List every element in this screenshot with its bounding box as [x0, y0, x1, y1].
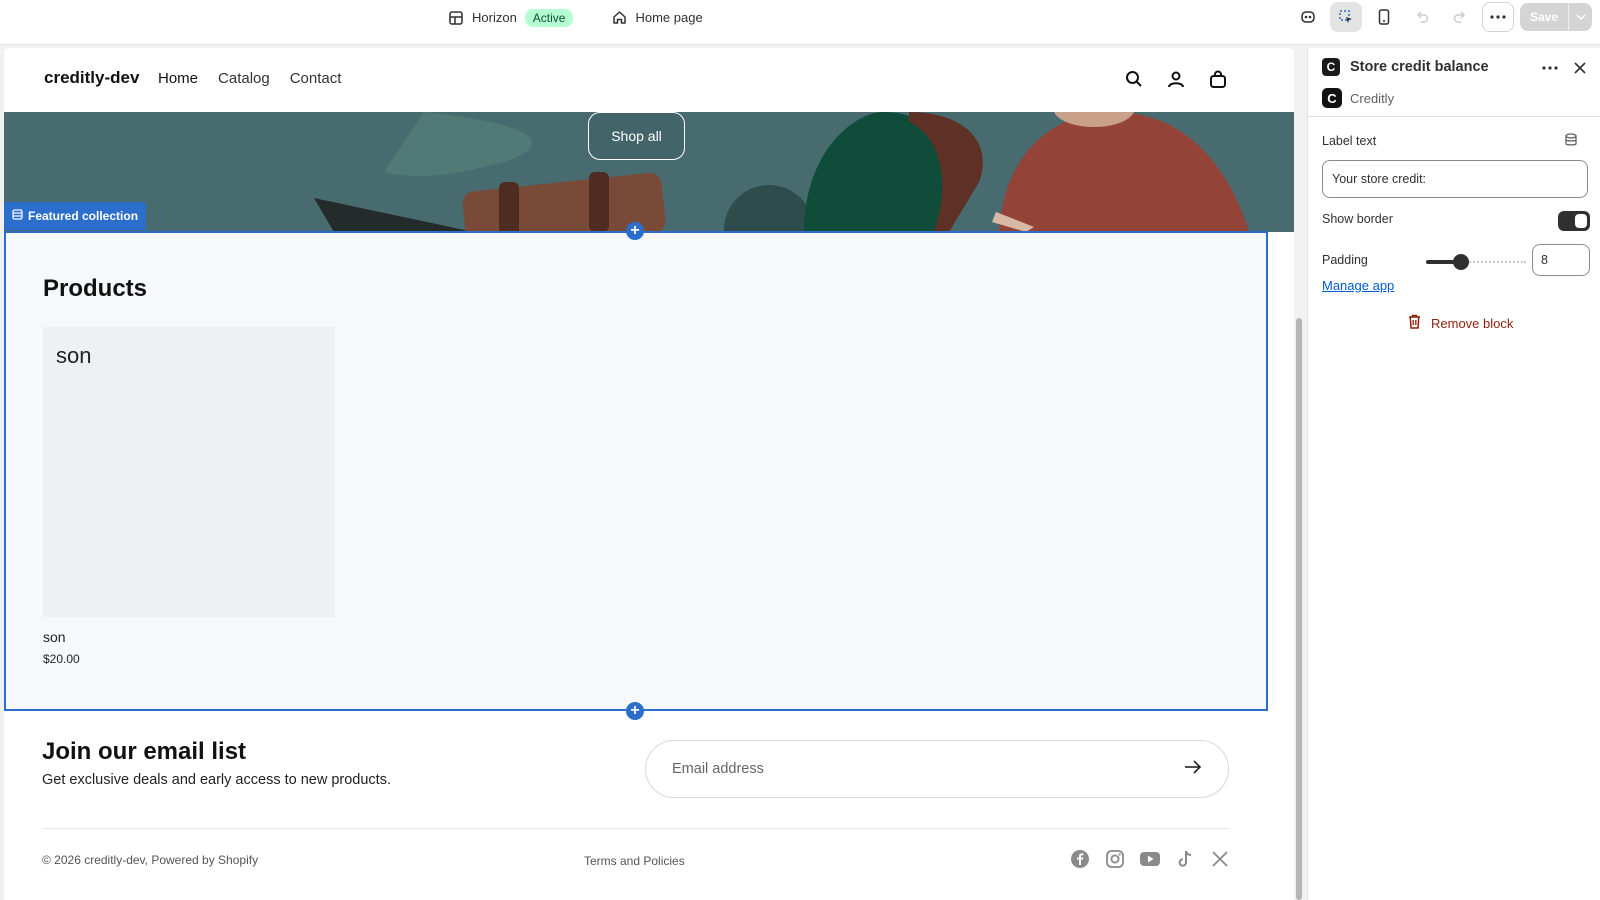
footer-divider: [42, 828, 1230, 829]
theme-name[interactable]: Horizon: [472, 10, 517, 25]
email-placeholder: Email address: [672, 761, 764, 777]
store-logo[interactable]: creditly-dev: [44, 68, 139, 88]
topbar-actions: Save: [1292, 2, 1592, 32]
storefront-preview: creditly-dev Home Catalog Contact Shop a…: [4, 48, 1294, 900]
search-icon[interactable]: [1123, 68, 1145, 90]
padding-slider-handle[interactable]: [1453, 254, 1469, 270]
section-tag-label: Featured collection: [28, 209, 139, 223]
featured-collection-section[interactable]: Products son son $20.00: [4, 231, 1268, 711]
product-price: $20.00: [43, 652, 80, 666]
editor-topbar: Horizon Active Home page Save: [0, 0, 1600, 45]
panel-header: C Store credit balance: [1322, 58, 1489, 76]
product-name[interactable]: son: [43, 629, 66, 645]
nav-item-home[interactable]: Home: [158, 70, 198, 87]
creditly-app-icon: C: [1322, 88, 1342, 108]
sidekick-icon[interactable]: [1292, 2, 1324, 32]
footer-copyright: © 2026 creditly-dev, Powered by Shopify: [42, 853, 259, 867]
panel-title: Store credit balance: [1350, 59, 1489, 75]
add-section-top-icon[interactable]: +: [626, 222, 644, 240]
x-icon[interactable]: [1209, 848, 1231, 870]
padding-slider[interactable]: [1426, 254, 1526, 270]
save-button-group: Save: [1519, 3, 1592, 31]
dynamic-source-icon[interactable]: [1564, 133, 1578, 152]
nav-item-contact[interactable]: Contact: [290, 70, 342, 87]
theme-icon: [448, 10, 464, 26]
account-icon[interactable]: [1165, 68, 1187, 90]
show-border-label: Show border: [1322, 212, 1393, 226]
app-name: Creditly: [1350, 90, 1395, 106]
save-button[interactable]: Save: [1520, 3, 1568, 31]
show-border-toggle[interactable]: [1558, 211, 1590, 231]
more-actions-icon[interactable]: [1481, 2, 1514, 32]
product-image[interactable]: son: [43, 327, 335, 617]
home-icon: [611, 10, 627, 26]
remove-block-label: Remove block: [1431, 315, 1514, 331]
section-icon: [12, 209, 23, 223]
topbar-center: Horizon Active Home page: [448, 0, 703, 35]
arrow-right-icon[interactable]: [1184, 760, 1202, 778]
youtube-icon[interactable]: [1139, 848, 1161, 870]
padding-label: Padding: [1322, 253, 1368, 267]
manage-app-link[interactable]: Manage app: [1322, 278, 1394, 293]
redo-icon[interactable]: [1444, 2, 1476, 32]
terms-link[interactable]: Terms and Policies: [584, 854, 685, 868]
preview-scrollbar-thumb[interactable]: [1296, 318, 1302, 900]
store-nav: Home Catalog Contact: [158, 70, 341, 87]
label-text-label: Label text: [1322, 134, 1377, 148]
panel-actions: [1540, 58, 1590, 78]
mobile-preview-icon[interactable]: [1368, 2, 1400, 32]
newsletter-title: Join our email list: [42, 738, 247, 765]
header-icons: [1123, 68, 1229, 90]
nav-item-catalog[interactable]: Catalog: [218, 70, 270, 87]
padding-value-input[interactable]: 8: [1532, 244, 1590, 276]
app-source: C Creditly: [1322, 88, 1394, 108]
remove-block-button[interactable]: Remove block: [1408, 314, 1513, 332]
collection-title: Products: [43, 275, 148, 302]
theme-status-badge: Active: [524, 8, 574, 27]
product-image-text: son: [56, 343, 92, 368]
store-header[interactable]: creditly-dev Home Catalog Contact: [4, 48, 1294, 112]
page-selector[interactable]: Home page: [635, 10, 702, 25]
section-tag[interactable]: Featured collection: [4, 202, 147, 230]
tiktok-icon[interactable]: [1174, 848, 1196, 870]
newsletter-subtitle: Get exclusive deals and early access to …: [42, 772, 391, 788]
block-settings-panel: C Store credit balance C Creditly Label …: [1307, 48, 1600, 900]
inspector-icon[interactable]: [1329, 2, 1362, 32]
hero-banner[interactable]: Shop all: [4, 112, 1294, 232]
label-text-input[interactable]: Your store credit:: [1322, 160, 1588, 198]
email-field[interactable]: Email address: [645, 740, 1229, 798]
add-section-bottom-icon[interactable]: +: [626, 702, 644, 720]
app-block-icon: C: [1322, 58, 1340, 76]
undo-icon[interactable]: [1406, 2, 1438, 32]
shop-all-button[interactable]: Shop all: [588, 112, 685, 160]
panel-divider: [1308, 116, 1600, 117]
social-links: [1069, 848, 1231, 870]
trash-icon: [1408, 314, 1421, 332]
cart-icon[interactable]: [1207, 68, 1229, 90]
instagram-icon[interactable]: [1104, 848, 1126, 870]
close-icon[interactable]: [1570, 58, 1590, 78]
save-dropdown-icon[interactable]: [1568, 3, 1592, 31]
more-options-icon[interactable]: [1540, 58, 1560, 78]
facebook-icon[interactable]: [1069, 848, 1091, 870]
